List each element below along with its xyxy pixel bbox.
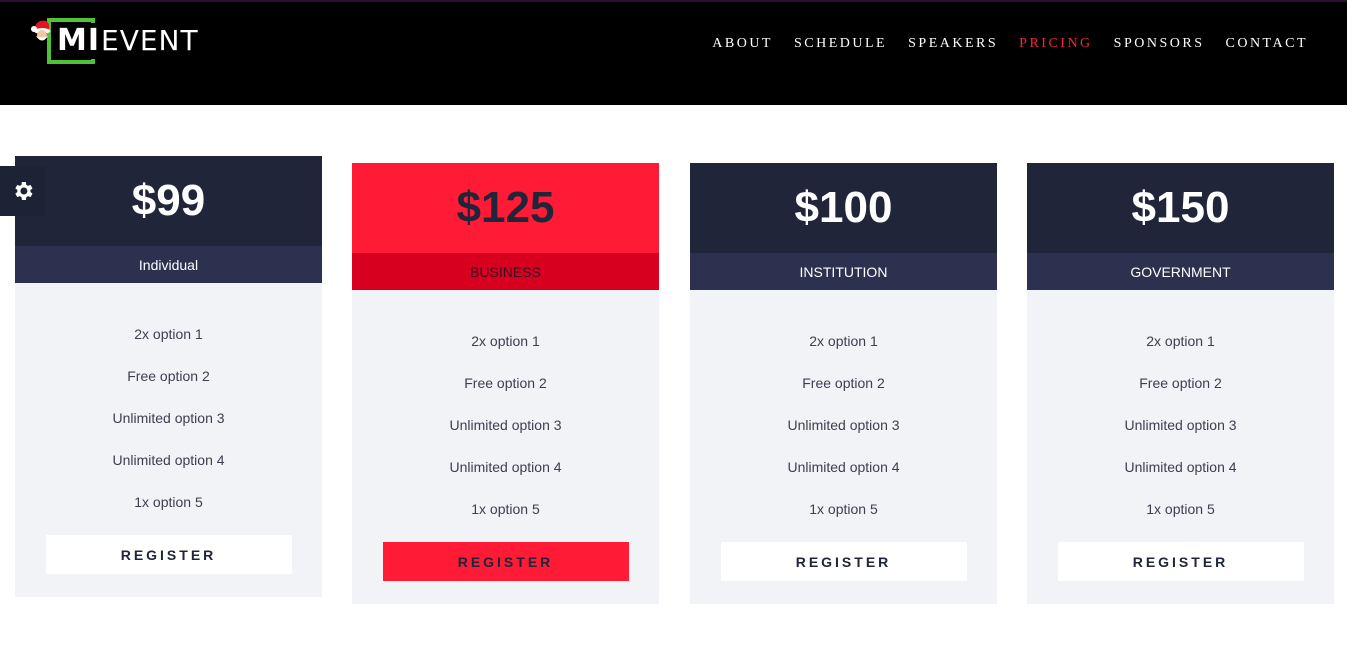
logo-text-light: EVENT (101, 24, 199, 57)
list-item: Unlimited option 4 (449, 459, 562, 475)
settings-toggle[interactable] (0, 166, 46, 216)
list-item: Unlimited option 4 (787, 459, 900, 475)
nav-sponsors[interactable]: SPONSORS (1114, 36, 1205, 52)
plan-options: 2x option 1 Free option 2 Unlimited opti… (352, 290, 659, 524)
logo-text-bold: MI (57, 23, 101, 58)
plan-options: 2x option 1 Free option 2 Unlimited opti… (1027, 290, 1334, 524)
pricing-card-business: $125 BUSINESS 2x option 1 Free option 2 … (352, 163, 659, 604)
plan-name: INSTITUTION (690, 253, 997, 290)
list-item: Unlimited option 3 (787, 417, 900, 433)
nav-speakers[interactable]: SPEAKERS (908, 36, 998, 52)
plan-name: BUSINESS (352, 253, 659, 290)
list-item: 2x option 1 (134, 326, 203, 342)
list-item: Unlimited option 3 (1124, 417, 1237, 433)
pricing-card-institution: $100 INSTITUTION 2x option 1 Free option… (690, 163, 997, 604)
list-item: 1x option 5 (134, 494, 203, 510)
plan-price: $99 (15, 156, 322, 246)
nav-contact[interactable]: CONTACT (1226, 36, 1309, 52)
register-button[interactable]: REGISTER (382, 542, 629, 581)
list-item: 1x option 5 (809, 501, 878, 517)
plan-name: GOVERNMENT (1027, 253, 1334, 290)
nav-about[interactable]: ABOUT (712, 36, 773, 52)
list-item: Unlimited option 4 (1124, 459, 1237, 475)
list-item: Free option 2 (802, 375, 885, 391)
list-item: Unlimited option 4 (112, 452, 225, 468)
plan-price: $100 (690, 163, 997, 253)
santa-icon (31, 20, 50, 41)
plan-name: Individual (15, 246, 322, 283)
site-logo[interactable]: MI EVENT (31, 18, 201, 64)
list-item: 2x option 1 (1146, 333, 1215, 349)
pricing-card-government: $150 GOVERNMENT 2x option 1 Free option … (1027, 163, 1334, 604)
plan-price: $150 (1027, 163, 1334, 253)
register-button[interactable]: REGISTER (1057, 542, 1304, 581)
list-item: 1x option 5 (1146, 501, 1215, 517)
register-button[interactable]: REGISTER (720, 542, 967, 581)
register-button[interactable]: REGISTER (45, 535, 292, 574)
list-item: Free option 2 (464, 375, 547, 391)
logo-bracket-bottom (91, 59, 95, 64)
list-item: 2x option 1 (809, 333, 878, 349)
pricing-card-individual: $99 Individual 2x option 1 Free option 2… (15, 156, 322, 597)
list-item: 1x option 5 (471, 501, 540, 517)
plan-options: 2x option 1 Free option 2 Unlimited opti… (15, 283, 322, 517)
list-item: Free option 2 (1139, 375, 1222, 391)
plan-price: $125 (352, 163, 659, 253)
list-item: Free option 2 (127, 368, 210, 384)
gear-icon (15, 182, 33, 200)
list-item: Unlimited option 3 (112, 410, 225, 426)
list-item: Unlimited option 3 (449, 417, 562, 433)
main-nav: ABOUT SCHEDULE SPEAKERS PRICING SPONSORS… (691, 36, 1308, 52)
nav-schedule[interactable]: SCHEDULE (794, 36, 887, 52)
site-header: MI EVENT ABOUT SCHEDULE SPEAKERS PRICING… (0, 0, 1347, 105)
nav-pricing[interactable]: PRICING (1019, 36, 1093, 52)
plan-options: 2x option 1 Free option 2 Unlimited opti… (690, 290, 997, 524)
list-item: 2x option 1 (471, 333, 540, 349)
